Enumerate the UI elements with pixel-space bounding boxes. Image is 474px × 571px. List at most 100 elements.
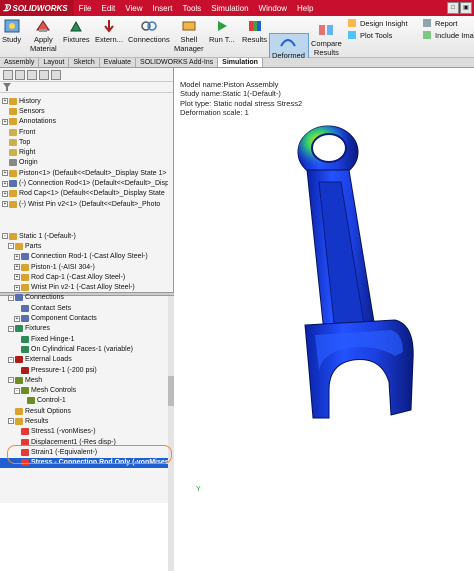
study-tree-row[interactable]: - Mesh bbox=[0, 375, 168, 385]
feature-manager-tab-icon[interactable] bbox=[3, 70, 13, 80]
tree-node-label: Piston-1 (-AISI 304-) bbox=[31, 263, 95, 271]
tree-node-icon bbox=[9, 200, 17, 208]
study-tree-row[interactable]: On Cylindrical Faces-1 (variable) bbox=[0, 344, 168, 354]
scrollbar-thumb[interactable] bbox=[168, 376, 174, 406]
tree-node-icon bbox=[21, 253, 29, 261]
tree-node-label: Parts bbox=[25, 242, 42, 250]
expand-icon[interactable]: + bbox=[14, 284, 20, 291]
feature-tree-row[interactable]: + (-) Wrist Pin v2<1> (Default<<Default>_… bbox=[0, 199, 168, 209]
feature-tree-row[interactable]: + History bbox=[0, 96, 168, 106]
connection-rod-model[interactable] bbox=[285, 120, 420, 425]
display-manager-tab-icon[interactable] bbox=[51, 70, 61, 80]
plot-tools-button[interactable]: Plot Tools bbox=[347, 30, 392, 40]
study-tree-row[interactable]: - Parts bbox=[0, 241, 168, 251]
command-manager-ribbon: Study Apply Material Fixtures Extern... … bbox=[0, 16, 474, 73]
study-tree-row[interactable]: - Fixtures bbox=[0, 324, 168, 334]
study-tree-row[interactable]: + Rod Cap-1 (-Cast Alloy Steel-) bbox=[0, 272, 168, 282]
study-tree-row[interactable]: - Results bbox=[0, 416, 168, 426]
tab-sketch[interactable]: Sketch bbox=[69, 58, 100, 67]
expand-icon[interactable]: + bbox=[14, 253, 20, 260]
include-image-button[interactable]: Include Ima bbox=[422, 30, 474, 40]
menu-tools[interactable]: Tools bbox=[178, 4, 207, 13]
expand-icon[interactable]: + bbox=[2, 170, 8, 177]
expand-icon[interactable]: + bbox=[2, 190, 8, 197]
new-icon[interactable]: □ bbox=[447, 2, 459, 14]
feature-tree-row[interactable]: + Rod Cap<1> (Default<<Default>_Display S… bbox=[0, 189, 168, 199]
tab-assembly[interactable]: Assembly bbox=[0, 58, 40, 67]
report-button[interactable]: Report bbox=[422, 18, 458, 28]
collapse-icon[interactable]: - bbox=[8, 418, 14, 425]
tab-solidworks-addins[interactable]: SOLIDWORKS Add-Ins bbox=[136, 58, 219, 67]
expand-icon[interactable]: + bbox=[14, 264, 20, 271]
collapse-icon[interactable]: - bbox=[8, 356, 14, 363]
results-button[interactable]: Results bbox=[242, 18, 267, 44]
configuration-manager-tab-icon[interactable] bbox=[27, 70, 37, 80]
expand-icon[interactable]: + bbox=[2, 180, 8, 187]
study-button[interactable]: Study bbox=[2, 18, 21, 44]
deformation-scale-text: Deformation scale: 1 bbox=[180, 108, 249, 118]
menu-simulation[interactable]: Simulation bbox=[206, 4, 253, 13]
connections-button[interactable]: Connections bbox=[128, 18, 170, 44]
study-tree-row[interactable]: - Connections bbox=[0, 293, 168, 303]
menu-window[interactable]: Window bbox=[254, 4, 292, 13]
shell-manager-button[interactable]: Shell Manager bbox=[174, 18, 204, 53]
study-tree-row[interactable]: + Connection Rod-1 (-Cast Alloy Steel-) bbox=[0, 252, 168, 262]
feature-tree-row[interactable]: + Annotations bbox=[0, 117, 168, 127]
study-tree-row[interactable]: Fixed Hinge-1 bbox=[0, 334, 168, 344]
feature-tree-row[interactable]: Right bbox=[0, 147, 168, 157]
collapse-icon[interactable]: - bbox=[8, 377, 14, 384]
tab-simulation[interactable]: Simulation bbox=[218, 58, 263, 67]
collapse-icon[interactable]: - bbox=[14, 387, 20, 394]
study-tree-scrollbar[interactable] bbox=[168, 296, 174, 571]
expand-icon[interactable]: + bbox=[14, 274, 20, 281]
tree-filter[interactable] bbox=[0, 82, 173, 93]
tree-node-label: Front bbox=[19, 128, 36, 136]
fixtures-button[interactable]: Fixtures bbox=[63, 18, 90, 44]
feature-tree-row[interactable]: + Piston<1> (Default<<Default>_Display St… bbox=[0, 168, 168, 178]
study-tree-row[interactable]: Result Options bbox=[0, 406, 168, 416]
apply-material-button[interactable]: Apply Material bbox=[30, 18, 57, 53]
menu-view[interactable]: View bbox=[120, 4, 147, 13]
study-tree-row[interactable]: - Mesh Controls bbox=[0, 385, 168, 395]
feature-tree-row[interactable]: Origin bbox=[0, 158, 168, 168]
tree-node-label: Stress1 (-vonMises-) bbox=[31, 428, 96, 436]
study-tree-row[interactable]: - Static 1 (-Default-) bbox=[0, 231, 168, 241]
expand-icon[interactable]: + bbox=[2, 118, 8, 125]
study-tree-row[interactable]: + Wrist Pin v2-1 (-Cast Alloy Steel-) bbox=[0, 282, 168, 292]
tab-evaluate[interactable]: Evaluate bbox=[100, 58, 137, 67]
design-insight-button[interactable]: Design Insight bbox=[347, 18, 408, 28]
tree-node-label: Rod Cap<1> (Default<<Default>_Display St… bbox=[19, 190, 165, 198]
expand-icon[interactable]: + bbox=[14, 315, 20, 322]
connections-icon bbox=[141, 21, 157, 31]
study-tree-row[interactable]: - External Loads bbox=[0, 355, 168, 365]
run-button[interactable]: Run T... bbox=[209, 18, 235, 44]
collapse-icon[interactable]: - bbox=[2, 233, 8, 240]
study-tree-row[interactable]: + Component Contacts bbox=[0, 313, 168, 323]
feature-tree-row[interactable]: Sensors bbox=[0, 106, 168, 116]
dim-xpert-tab-icon[interactable] bbox=[39, 70, 49, 80]
save-icon[interactable]: ▣ bbox=[460, 2, 472, 14]
collapse-icon[interactable]: - bbox=[8, 325, 14, 332]
expand-icon[interactable]: + bbox=[2, 201, 8, 208]
external-loads-button[interactable]: Extern... bbox=[95, 18, 123, 44]
feature-tree-row[interactable]: Front bbox=[0, 127, 168, 137]
property-manager-tab-icon[interactable] bbox=[15, 70, 25, 80]
study-tree-row[interactable]: Contact Sets bbox=[0, 303, 168, 313]
menu-insert[interactable]: Insert bbox=[147, 4, 177, 13]
study-tree-row[interactable]: + Piston-1 (-AISI 304-) bbox=[0, 262, 168, 272]
study-tree-row[interactable]: Pressure-1 (-200 psi) bbox=[0, 365, 168, 375]
study-tree-row[interactable]: Stress1 (-vonMises-) bbox=[0, 427, 168, 437]
menu-edit[interactable]: Edit bbox=[96, 4, 120, 13]
tab-layout[interactable]: Layout bbox=[39, 58, 70, 67]
collapse-icon[interactable]: - bbox=[8, 294, 14, 301]
feature-tree-row[interactable]: + (-) Connection Rod<1> (Default<<Default… bbox=[0, 178, 168, 188]
feature-tree-row[interactable]: Top bbox=[0, 137, 168, 147]
compare-results-button[interactable]: Compare Results bbox=[311, 22, 342, 57]
menu-file[interactable]: File bbox=[74, 4, 97, 13]
tree-node-label: Piston<1> (Default<<Default>_Display Sta… bbox=[19, 169, 167, 177]
solidworks-logo[interactable]: ᗫ SOLIDWORKS bbox=[0, 0, 74, 16]
study-tree-row[interactable]: Control-1 bbox=[0, 396, 168, 406]
menu-help[interactable]: Help bbox=[292, 4, 318, 13]
collapse-icon[interactable]: - bbox=[8, 243, 14, 250]
expand-icon[interactable]: + bbox=[2, 98, 8, 105]
